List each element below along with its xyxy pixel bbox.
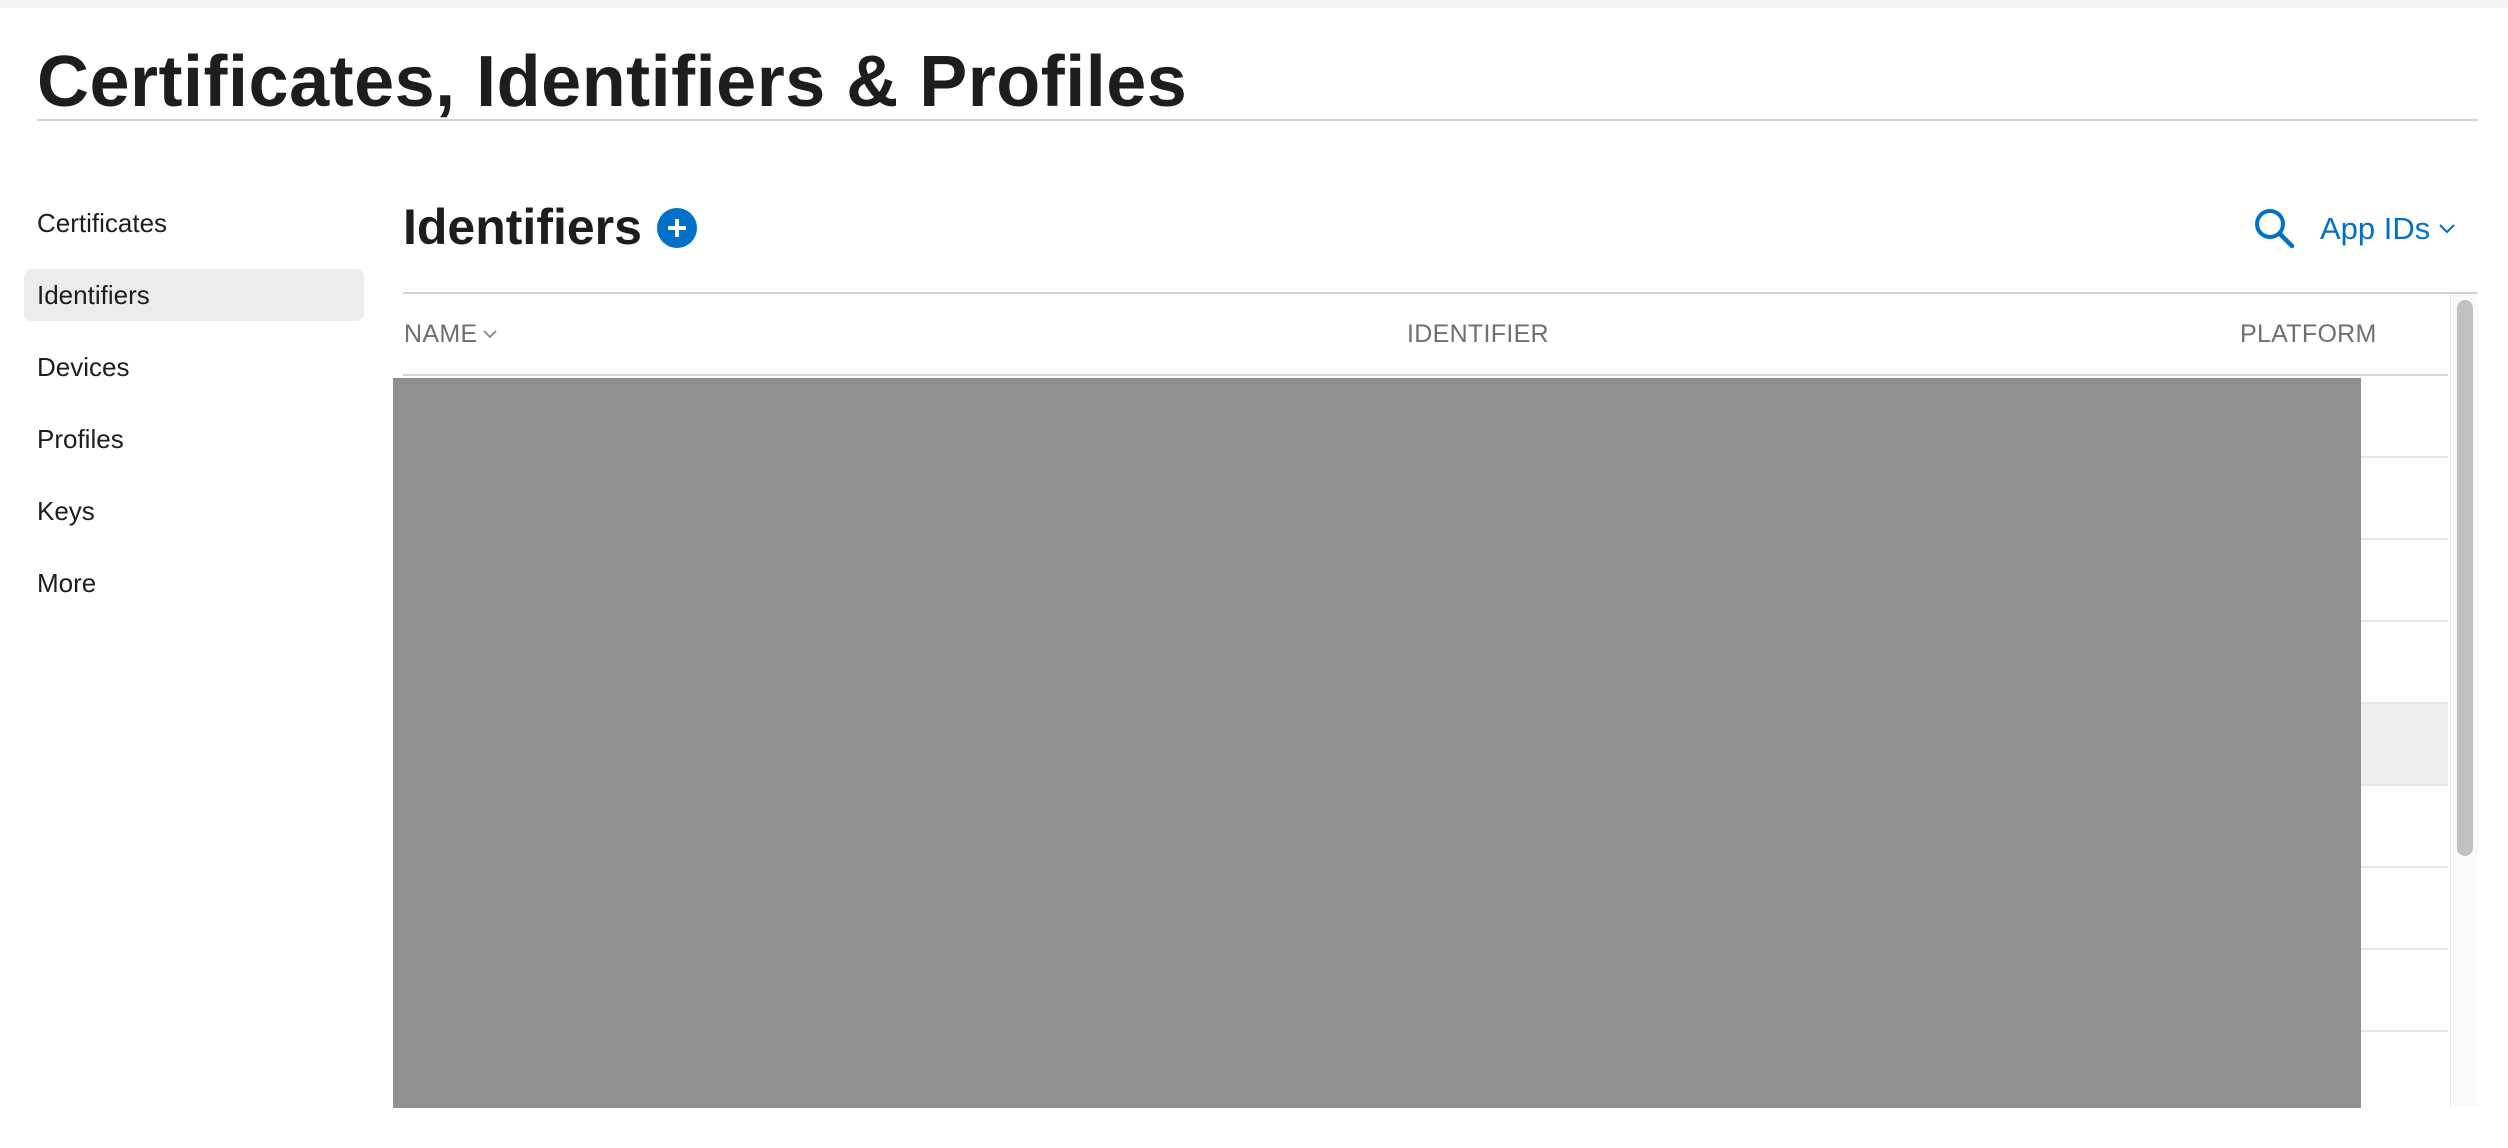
sidebar-item-identifiers[interactable]: Identifiers: [24, 269, 364, 321]
sidebar-item-profiles[interactable]: Profiles: [24, 413, 364, 465]
column-header-platform[interactable]: PLATFORM: [2240, 320, 2377, 349]
row-divider: [2360, 538, 2448, 540]
table-top-divider: [403, 292, 2478, 294]
chevron-down-icon: [2439, 224, 2455, 234]
sidebar-item-label: Profiles: [37, 423, 124, 454]
row-divider: [2360, 784, 2448, 786]
title-divider: [37, 119, 2478, 121]
chevron-down-icon: [483, 330, 498, 339]
row-divider: [2360, 620, 2448, 622]
sidebar: Certificates Identifiers Devices Profile…: [24, 197, 364, 629]
column-header-name[interactable]: NAME: [404, 320, 498, 349]
row-divider: [2360, 1030, 2448, 1032]
sidebar-item-label: Certificates: [37, 207, 168, 238]
add-identifier-button[interactable]: [657, 208, 697, 248]
page-title: Certificates, Identifiers & Profiles: [37, 42, 1188, 122]
sidebar-item-label: Devices: [37, 351, 130, 382]
column-header-identifier[interactable]: IDENTIFIER: [1407, 320, 1549, 349]
plus-circle-icon: [668, 219, 686, 237]
row-divider: [2360, 456, 2448, 458]
search-button[interactable]: [2252, 206, 2298, 252]
sidebar-item-certificates[interactable]: Certificates: [24, 197, 364, 249]
row-divider: [2360, 948, 2448, 950]
sidebar-item-label: Identifiers: [37, 279, 150, 310]
sidebar-item-more[interactable]: More: [24, 557, 364, 609]
top-strip: [0, 0, 2508, 8]
sidebar-item-devices[interactable]: Devices: [24, 341, 364, 393]
search-icon: [2255, 209, 2295, 249]
row-divider: [2360, 866, 2448, 868]
row-hover-highlight: [2360, 704, 2448, 784]
filter-label: App IDs: [2320, 211, 2431, 246]
section-title: Identifiers: [403, 199, 642, 255]
identifier-type-dropdown[interactable]: App IDs: [2320, 206, 2456, 252]
sidebar-item-label: Keys: [37, 495, 95, 526]
table-scrollbar-thumb[interactable]: [2457, 300, 2473, 856]
sidebar-item-keys[interactable]: Keys: [24, 485, 364, 537]
sidebar-item-label: More: [37, 567, 97, 598]
table-header: NAME IDENTIFIER PLATFORM: [403, 298, 2448, 374]
redacted-table-rows: [393, 378, 2361, 1108]
table-header-divider: [403, 374, 2448, 376]
